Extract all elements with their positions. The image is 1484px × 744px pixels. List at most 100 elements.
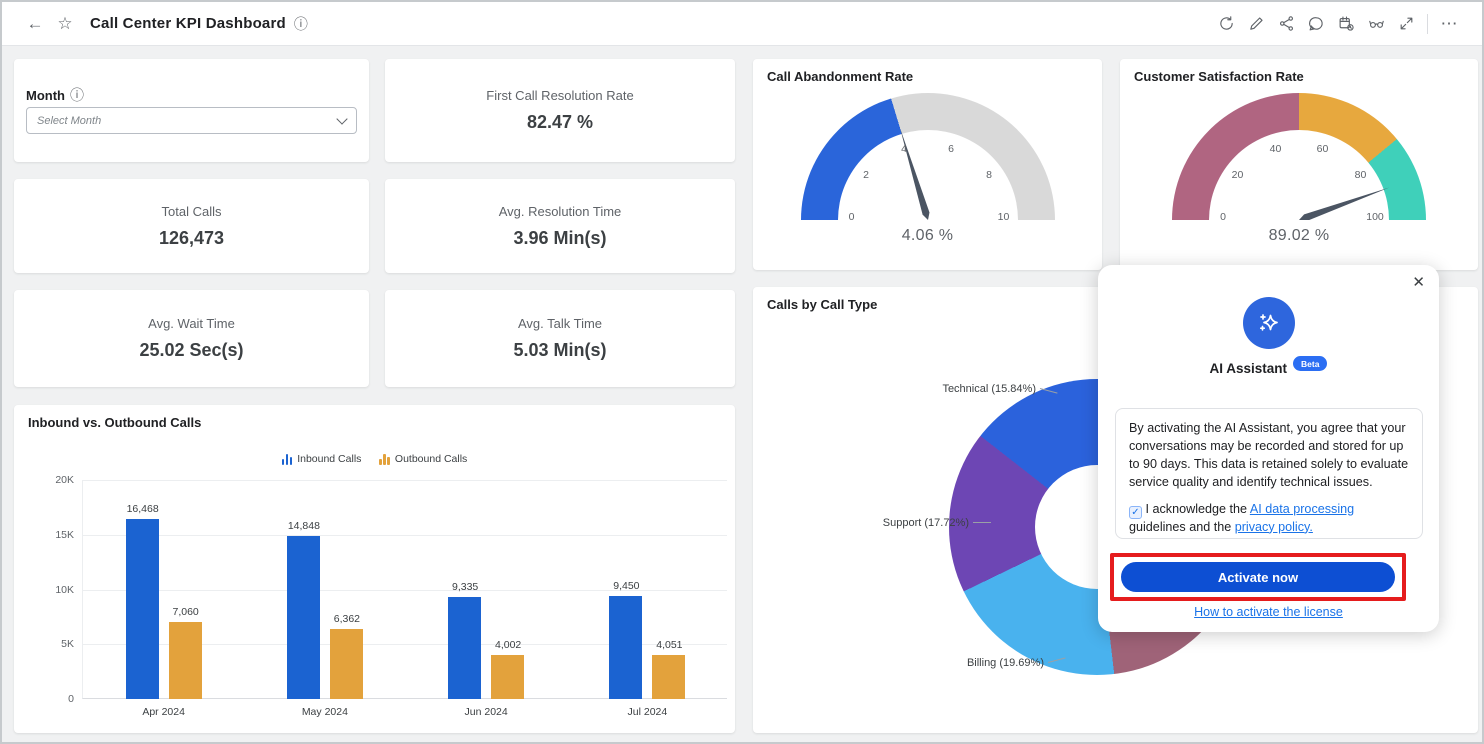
privacy-policy-link[interactable]: privacy policy.: [1235, 520, 1313, 534]
bar-value-label: 4,002: [476, 639, 540, 651]
kpi-value: 82.47 %: [527, 112, 593, 133]
kpi-card-avg-talk-time: Avg. Talk Time 5.03 Min(s): [385, 290, 735, 387]
dashboard-screen: ← ☆ Call Center KPI Dashboard ⓘ ⋯: [0, 0, 1484, 744]
gauge-value: 4.06 %: [801, 227, 1055, 245]
kpi-label: Avg. Talk Time: [518, 316, 602, 331]
preview-icon[interactable]: [1361, 9, 1391, 39]
share-icon[interactable]: [1271, 9, 1301, 39]
abandonment-gauge-card: Call Abandonment Rate 0246810 4.06 %: [753, 59, 1102, 270]
donut-slice-label: Technical (15.84%): [942, 383, 1036, 395]
kpi-label: Total Calls: [162, 204, 222, 219]
legend-item-outbound[interactable]: Outbound Calls: [379, 453, 467, 465]
schedule-icon[interactable]: [1331, 9, 1361, 39]
gauge-tick-label: 100: [1366, 211, 1384, 220]
close-icon[interactable]: ✕: [1412, 273, 1425, 291]
kpi-card-avg-resolution-time: Avg. Resolution Time 3.96 Min(s): [385, 179, 735, 273]
bar-plot: 05K10K15K20K16,4687,060Apr 202414,8486,3…: [82, 480, 727, 699]
gauge-tick-label: 40: [1270, 143, 1282, 155]
bar-chart-card: Inbound vs. Outbound Calls Inbound Calls…: [14, 405, 735, 733]
month-info-icon[interactable]: ⓘ: [70, 85, 84, 105]
y-axis-tick-label: 0: [34, 693, 74, 705]
bar-value-label: 9,450: [594, 580, 658, 592]
refresh-icon[interactable]: [1211, 9, 1241, 39]
kpi-value: 25.02 Sec(s): [139, 340, 243, 361]
x-axis-tick-label: Jul 2024: [602, 706, 692, 718]
donut-slice-label: Support (17.72%): [883, 517, 969, 529]
ai-data-processing-link[interactable]: AI data processing: [1250, 502, 1354, 516]
x-axis-tick-label: May 2024: [280, 706, 370, 718]
gauge-tick-label: 60: [1317, 143, 1329, 155]
ai-assistant-title: AI Assistant: [1210, 361, 1288, 376]
disclaimer-text: By activating the AI Assistant, you agre…: [1129, 421, 1408, 489]
beta-badge: Beta: [1293, 356, 1327, 371]
chart-legend: Inbound Calls Outbound Calls: [14, 453, 735, 465]
bar-value-label: 16,468: [111, 503, 175, 515]
month-select-placeholder: Select Month: [37, 115, 338, 127]
legend-label: Outbound Calls: [395, 453, 467, 465]
gauge-tick-label: 0: [849, 211, 855, 220]
gauge-tick-label: 10: [998, 211, 1010, 220]
bar-chart-icon: [379, 454, 390, 465]
kpi-label: Avg. Resolution Time: [499, 204, 622, 219]
gauge-tick-label: 80: [1355, 169, 1367, 181]
gauge-tick-label: 8: [986, 169, 992, 181]
chart-title: Inbound vs. Outbound Calls: [28, 415, 201, 430]
kpi-label: First Call Resolution Rate: [486, 88, 633, 103]
more-icon[interactable]: ⋯: [1434, 9, 1464, 39]
y-axis-tick-label: 20K: [34, 474, 74, 486]
y-axis-tick-label: 15K: [34, 529, 74, 541]
bar-outbound-calls[interactable]: [330, 629, 363, 699]
gauge-tick-label: 2: [863, 169, 869, 181]
title-info-icon[interactable]: ⓘ: [294, 14, 308, 34]
kpi-value: 3.96 Min(s): [513, 228, 606, 249]
chart-title: Customer Satisfaction Rate: [1134, 69, 1304, 84]
bar-value-label: 4,051: [637, 639, 701, 651]
legend-label: Inbound Calls: [297, 453, 361, 465]
help-link-row: How to activate the license: [1098, 605, 1439, 619]
gridline: [83, 535, 727, 536]
chart-title: Call Abandonment Rate: [767, 69, 913, 84]
acknowledge-row: ✓ I acknowledge the AI data processing g…: [1129, 501, 1409, 537]
acknowledge-checkbox[interactable]: ✓: [1129, 506, 1142, 519]
bar-outbound-calls[interactable]: [652, 655, 685, 699]
how-to-activate-link[interactable]: How to activate the license: [1194, 605, 1343, 619]
abandonment-gauge: 0246810: [801, 93, 1055, 220]
kpi-card-total-calls: Total Calls 126,473: [14, 179, 369, 273]
gridline: [83, 480, 727, 481]
bar-chart-icon: [282, 454, 293, 465]
bar-value-label: 6,362: [315, 613, 379, 625]
bar-value-label: 7,060: [154, 606, 218, 618]
chevron-down-icon: [336, 113, 347, 124]
back-button[interactable]: ←: [20, 9, 50, 39]
x-axis-tick-label: Apr 2024: [119, 706, 209, 718]
donut-callout-line: [973, 522, 991, 523]
kpi-value: 5.03 Min(s): [513, 340, 606, 361]
ai-assistant-icon: [1243, 297, 1295, 349]
bar-value-label: 14,848: [272, 520, 336, 532]
bar-outbound-calls[interactable]: [491, 655, 524, 699]
acknowledge-text: I acknowledge the: [1146, 502, 1250, 516]
acknowledge-text: guidelines and the: [1129, 520, 1235, 534]
toolbar-divider: [1427, 14, 1428, 34]
gauge-tick-label: 20: [1232, 169, 1244, 181]
gauge-tick-label: 0: [1220, 211, 1226, 220]
y-axis-tick-label: 5K: [34, 638, 74, 650]
star-icon[interactable]: ☆: [50, 9, 80, 39]
activate-now-button[interactable]: Activate now: [1121, 562, 1395, 592]
donut-slice-label: Billing (19.69%): [967, 657, 1044, 669]
comment-icon[interactable]: [1301, 9, 1331, 39]
satisfaction-gauge: 0 20 40 60 80 100: [1172, 93, 1426, 220]
fullscreen-icon[interactable]: [1391, 9, 1421, 39]
legend-item-inbound[interactable]: Inbound Calls: [282, 453, 362, 465]
month-filter-card: Month ⓘ Select Month: [14, 59, 369, 162]
month-filter-label: Month: [26, 88, 65, 103]
x-axis-tick-label: Jun 2024: [441, 706, 531, 718]
kpi-value: 126,473: [159, 228, 224, 249]
month-select[interactable]: Select Month: [26, 107, 357, 134]
ai-assistant-popup: ✕ AI Assistant Beta By activating the AI…: [1098, 265, 1439, 632]
bar-outbound-calls[interactable]: [169, 622, 202, 699]
y-axis-tick-label: 10K: [34, 584, 74, 596]
bar-value-label: 9,335: [433, 581, 497, 593]
toolbar: ← ☆ Call Center KPI Dashboard ⓘ ⋯: [2, 2, 1482, 46]
edit-icon[interactable]: [1241, 9, 1271, 39]
